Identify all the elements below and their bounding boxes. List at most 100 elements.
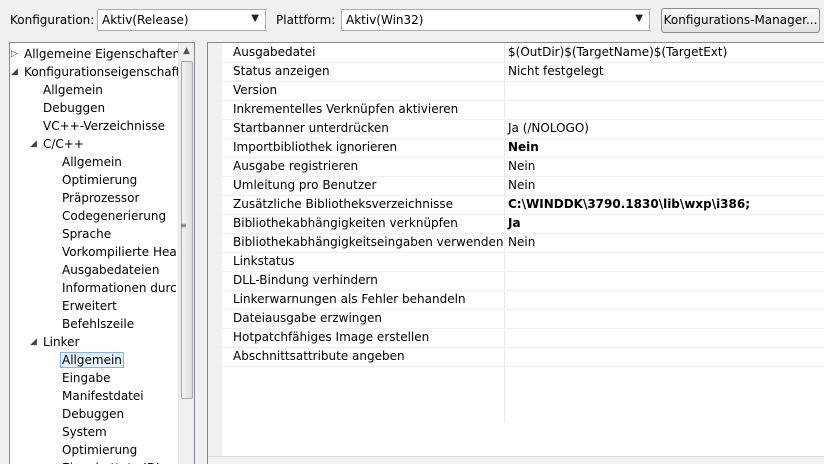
tree-item[interactable]: Eingabe bbox=[62, 369, 111, 387]
property-value[interactable]: C:\WINDDK\3790.1830\lib\wxp\i386; bbox=[508, 197, 750, 211]
dropdown-arrow-icon: ▼ bbox=[251, 13, 259, 24]
platform-label: Plattform: bbox=[276, 13, 336, 27]
tree-item-label: Allgemein bbox=[60, 352, 124, 368]
tree-scrollbar[interactable]: ▲ ≡ bbox=[178, 43, 194, 464]
property-row[interactable]: Abschnittsattribute angeben bbox=[208, 347, 824, 367]
grid-bottom-bar bbox=[208, 456, 824, 464]
tree-item-label: Ausgabedateien bbox=[62, 263, 160, 277]
property-value[interactable]: $(OutDir)$(TargetName)$(TargetExt) bbox=[508, 45, 727, 59]
property-grid: Ausgabedatei $(OutDir)$(TargetName)$(Targ… bbox=[207, 42, 824, 464]
tree-item-label: Debuggen bbox=[43, 101, 106, 115]
property-row[interactable]: Umleitung pro Benutzer Nein bbox=[208, 176, 824, 196]
property-value[interactable]: Nein bbox=[508, 140, 539, 154]
tree-item-label: System bbox=[62, 425, 107, 439]
configuration-value: Aktiv(Release) bbox=[102, 13, 189, 27]
tree-item-label: VC++-Verzeichnisse bbox=[43, 119, 165, 133]
expanded-arrow-icon[interactable]: ◢ bbox=[30, 337, 37, 347]
property-name: Ausgabe registrieren bbox=[233, 159, 359, 173]
property-value[interactable]: Nein bbox=[508, 235, 535, 249]
configuration-manager-button[interactable]: Konfigurations-Manager... bbox=[661, 8, 820, 33]
tree-item[interactable]: Linker bbox=[43, 333, 79, 351]
platform-dropdown[interactable]: Aktiv(Win32) ▼ bbox=[341, 9, 650, 31]
property-row[interactable]: Ausgabedatei $(OutDir)$(TargetName)$(Targ… bbox=[208, 43, 824, 63]
property-value[interactable]: Ja (/NOLOGO) bbox=[508, 121, 589, 135]
tree-item-label: Codegenerierung bbox=[62, 209, 167, 223]
property-row[interactable]: Ausgabe registrieren Nein bbox=[208, 157, 824, 177]
expanded-arrow-icon[interactable]: ◢ bbox=[11, 67, 18, 77]
property-row[interactable]: Version bbox=[208, 81, 824, 101]
dropdown-arrow-icon: ▼ bbox=[635, 13, 643, 24]
tree-item[interactable]: Codegenerierung bbox=[62, 207, 166, 225]
platform-value: Aktiv(Win32) bbox=[346, 13, 424, 27]
tree-item[interactable]: Manifestdatei bbox=[62, 387, 144, 405]
toolbar: Konfiguration: Aktiv(Release) ▼ Plattfor… bbox=[0, 0, 824, 42]
tree-item-label: Debuggen bbox=[62, 407, 125, 421]
expanded-arrow-icon[interactable]: ◢ bbox=[30, 139, 37, 149]
property-name: Startbanner unterdrücken bbox=[233, 121, 389, 135]
tree-item[interactable]: Allgemein bbox=[43, 81, 103, 99]
tree-item-label: Vorkompilierte Hea bbox=[62, 245, 177, 259]
scrollbar-grip-icon: ≡ bbox=[180, 221, 187, 230]
property-row[interactable]: Importbibliothek ignorieren Nein bbox=[208, 138, 824, 158]
tree-item-label: Allgemein bbox=[62, 155, 122, 169]
tree-item[interactable]: Konfigurationseigenschaften bbox=[24, 63, 194, 81]
tree-item-label: Optimierung bbox=[62, 443, 138, 457]
tree-item[interactable]: System bbox=[62, 423, 107, 441]
property-row[interactable]: DLL-Bindung verhindern bbox=[208, 271, 824, 291]
property-value[interactable]: Nein bbox=[508, 159, 535, 173]
property-row[interactable]: Linkerwarnungen als Fehler behandeln bbox=[208, 290, 824, 310]
tree-item[interactable]: C/C++ bbox=[43, 135, 84, 153]
tree-item[interactable]: Erweitert bbox=[62, 297, 117, 315]
property-row[interactable]: Linkstatus bbox=[208, 252, 824, 272]
tree-item-label: Linker bbox=[43, 335, 80, 349]
property-value[interactable]: Ja bbox=[508, 216, 521, 230]
property-row[interactable]: Inkrementelles Verknüpfen aktivieren bbox=[208, 100, 824, 120]
tree-item-label: Manifestdatei bbox=[62, 389, 144, 403]
property-row[interactable]: Status anzeigen Nicht festgelegt bbox=[208, 62, 824, 82]
property-value[interactable]: Nein bbox=[508, 178, 535, 192]
tree-item-label: Erweitert bbox=[62, 299, 117, 313]
tree-item[interactable]: Befehlszeile bbox=[62, 315, 134, 333]
property-row[interactable]: Zusätzliche Bibliotheksverzeichnisse C:\W… bbox=[208, 195, 824, 215]
property-value[interactable]: Nicht festgelegt bbox=[508, 64, 604, 78]
tree-item[interactable]: Optimierung bbox=[62, 441, 137, 459]
tree-item[interactable]: Debuggen bbox=[62, 405, 124, 423]
tree-item[interactable]: Sprache bbox=[62, 225, 111, 243]
scrollbar-thumb[interactable] bbox=[181, 61, 193, 399]
tree-item[interactable]: Ausgabedateien bbox=[62, 261, 159, 279]
tree-item-label: Informationen durc bbox=[62, 281, 177, 295]
tree-item[interactable]: Allgemeine Eigenschaften bbox=[24, 45, 180, 63]
tree-item-label: Allgemeine Eigenschaften bbox=[24, 47, 181, 61]
property-row[interactable]: Hotpatchfähiges Image erstellen bbox=[208, 328, 824, 348]
tree-item-label: C/C++ bbox=[43, 137, 84, 151]
property-name: Importbibliothek ignorieren bbox=[233, 140, 398, 154]
property-name: Version bbox=[233, 83, 278, 97]
property-row[interactable]: Startbanner unterdrücken Ja (/NOLOGO) bbox=[208, 119, 824, 139]
scroll-up-arrow-icon[interactable]: ▲ bbox=[183, 46, 190, 56]
tree-item-label: Allgemein bbox=[43, 83, 103, 97]
tree-item-label: Eingabe bbox=[62, 371, 111, 385]
tree-item-label: Präprozessor bbox=[62, 191, 140, 205]
property-tree: Eingebettete IDL Optimierung System Debugge… bbox=[9, 42, 195, 464]
tree-item[interactable]: Debuggen bbox=[43, 99, 105, 117]
tree-item-label: Sprache bbox=[62, 227, 112, 241]
tree-item[interactable]: Präprozessor bbox=[62, 189, 139, 207]
property-row[interactable]: Bibliothekabhängigkeiten verknüpfen Ja bbox=[208, 214, 824, 234]
property-row[interactable]: Dateiausgabe erzwingen bbox=[208, 309, 824, 329]
tree-item[interactable]: Informationen durc bbox=[62, 279, 177, 297]
property-row[interactable]: Bibliothekabhängigkeitseingaben verwende… bbox=[208, 233, 824, 253]
property-name: Bibliothekabhängigkeiten verknüpfen bbox=[233, 216, 458, 230]
property-name: Inkrementelles Verknüpfen aktivieren bbox=[233, 102, 459, 116]
configuration-dropdown[interactable]: Aktiv(Release) ▼ bbox=[97, 9, 266, 31]
property-name: DLL-Bindung verhindern bbox=[233, 273, 378, 287]
property-name: Status anzeigen bbox=[233, 64, 330, 78]
tree-item[interactable]: Optimierung bbox=[62, 171, 137, 189]
tree-item[interactable]: Eingebettete IDL bbox=[62, 459, 163, 464]
tree-item[interactable]: Allgemein bbox=[62, 153, 122, 171]
collapsed-arrow-icon[interactable]: ▷ bbox=[11, 49, 18, 59]
tree-item[interactable]: Allgemein bbox=[60, 351, 124, 369]
tree-item[interactable]: Vorkompilierte Hea bbox=[62, 243, 177, 261]
property-name: Abschnittsattribute angeben bbox=[233, 349, 405, 363]
property-name: Linkstatus bbox=[233, 254, 295, 268]
tree-item[interactable]: VC++-Verzeichnisse bbox=[43, 117, 165, 135]
